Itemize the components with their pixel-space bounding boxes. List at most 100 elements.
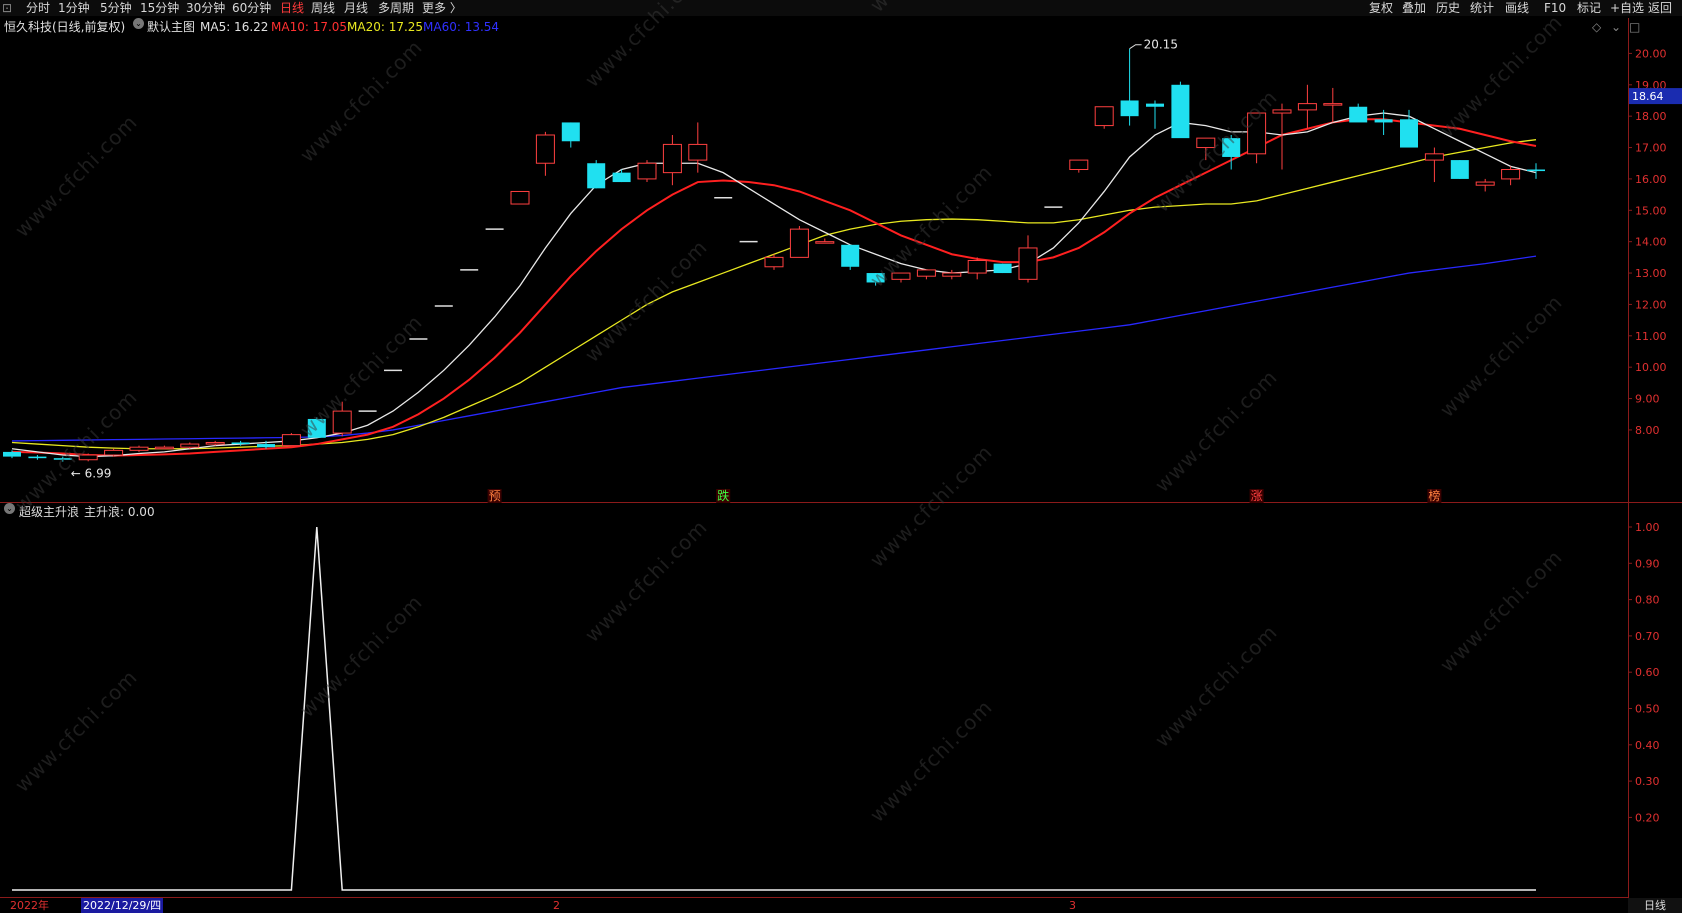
date-axis: 2022年 2022/12/29/四 2 3: [0, 898, 1628, 913]
candle-body: [332, 410, 352, 434]
candle: [967, 257, 987, 280]
candle: [916, 269, 936, 280]
candle-body: [764, 256, 784, 268]
candle: [612, 169, 631, 183]
candle: [891, 272, 911, 283]
price-axis-label: 17.00: [1635, 142, 1667, 155]
candle: [1349, 103, 1368, 123]
candle: [1018, 235, 1038, 283]
period-indicator[interactable]: 日线: [1628, 898, 1682, 913]
candle: [1272, 103, 1292, 170]
candle-body: [129, 446, 149, 451]
year-label: 2022年: [10, 899, 49, 912]
candle-body: [1527, 169, 1545, 172]
candle-body: [1120, 100, 1139, 117]
candle-body: [967, 260, 987, 274]
candle: [993, 263, 1012, 274]
candle: [307, 417, 326, 438]
indicator-line: [12, 526, 1536, 891]
indicator-axis-label: 0.50: [1635, 703, 1660, 716]
high-marker-arrow: [1129, 44, 1142, 50]
candle: [78, 453, 98, 462]
candle-body: [1374, 119, 1393, 123]
candle: [1450, 160, 1469, 179]
candle: [637, 160, 657, 183]
month-label-3: 3: [1069, 899, 1076, 912]
price-axis-label: 10.00: [1635, 361, 1667, 374]
kline-chart[interactable]: 20.0019.0018.0017.0016.0015.0014.0013.00…: [0, 0, 1682, 913]
candle: [841, 244, 860, 270]
current-price-label: 18.64: [1632, 90, 1664, 103]
price-axis-label: 13.00: [1635, 267, 1667, 280]
candle-body: [916, 269, 936, 277]
candle-body: [78, 454, 98, 461]
candle-body: [535, 134, 555, 164]
candle-body: [841, 244, 860, 267]
candle-body: [53, 458, 72, 460]
candle-body: [3, 451, 21, 457]
candle-body: [104, 449, 124, 456]
candle: [1424, 147, 1444, 183]
price-axis-label: 9.00: [1635, 393, 1660, 406]
ma5-line: [11, 112, 1537, 458]
candle-body: [510, 190, 530, 205]
candle: [129, 445, 149, 452]
candle-body: [1094, 106, 1114, 127]
candle-body: [815, 241, 835, 244]
candle: [104, 448, 124, 457]
signal-tag: 榜: [1428, 488, 1440, 503]
ma60-line: [11, 255, 1537, 442]
candle-body: [257, 444, 275, 448]
candle: [1527, 163, 1545, 179]
price-axis-label: 8.00: [1635, 424, 1660, 437]
candle: [510, 190, 530, 205]
cursor-date: 2022/12/29/四: [81, 898, 164, 913]
price-axis-label: 20.00: [1635, 47, 1667, 60]
price-axis-label: 16.00: [1635, 173, 1667, 186]
price-axis-label: 18.00: [1635, 110, 1667, 123]
candle-body: [1272, 109, 1292, 114]
candle: [1297, 84, 1317, 129]
indicator-axis-label: 0.20: [1635, 811, 1660, 824]
candle: [28, 455, 47, 460]
candle-body: [1171, 84, 1190, 139]
candle-body: [1424, 153, 1444, 161]
candle-body: [1146, 103, 1164, 107]
candle-body: [180, 443, 200, 448]
candle-body: [942, 272, 962, 277]
candle: [535, 131, 555, 176]
candle: [662, 134, 682, 186]
candle-body: [307, 418, 326, 438]
indicator-axis-label: 0.90: [1635, 557, 1660, 570]
low-marker: ← 6.99: [71, 467, 112, 481]
candle-body: [205, 441, 225, 445]
candle: [1247, 112, 1267, 164]
indicator-axis-label: 0.70: [1635, 630, 1660, 643]
candle-body: [891, 272, 911, 280]
ma10-line: [11, 118, 1537, 457]
candle: [53, 456, 72, 462]
candle: [789, 225, 809, 258]
candle-body: [637, 162, 657, 180]
signal-tag: 跌: [717, 488, 729, 503]
candle-body: [154, 446, 174, 450]
candle: [1222, 134, 1241, 170]
price-axis-label: 15.00: [1635, 204, 1667, 217]
candle-body: [1323, 103, 1343, 106]
candle: [1475, 178, 1495, 192]
candle: [1323, 87, 1343, 123]
price-axis-label: 12.00: [1635, 298, 1667, 311]
candle: [587, 160, 606, 189]
high-marker: 20.15: [1144, 38, 1178, 52]
candle-body: [612, 172, 631, 183]
candle: [815, 238, 835, 244]
candle-body: [587, 163, 606, 189]
candle: [1501, 166, 1521, 186]
candle: [281, 433, 301, 447]
candle: [1069, 159, 1089, 173]
candle: [154, 445, 174, 450]
candle-body: [993, 263, 1012, 274]
candle-body: [662, 143, 682, 174]
signal-tag: 预: [489, 489, 501, 503]
candle-body: [1247, 112, 1267, 155]
